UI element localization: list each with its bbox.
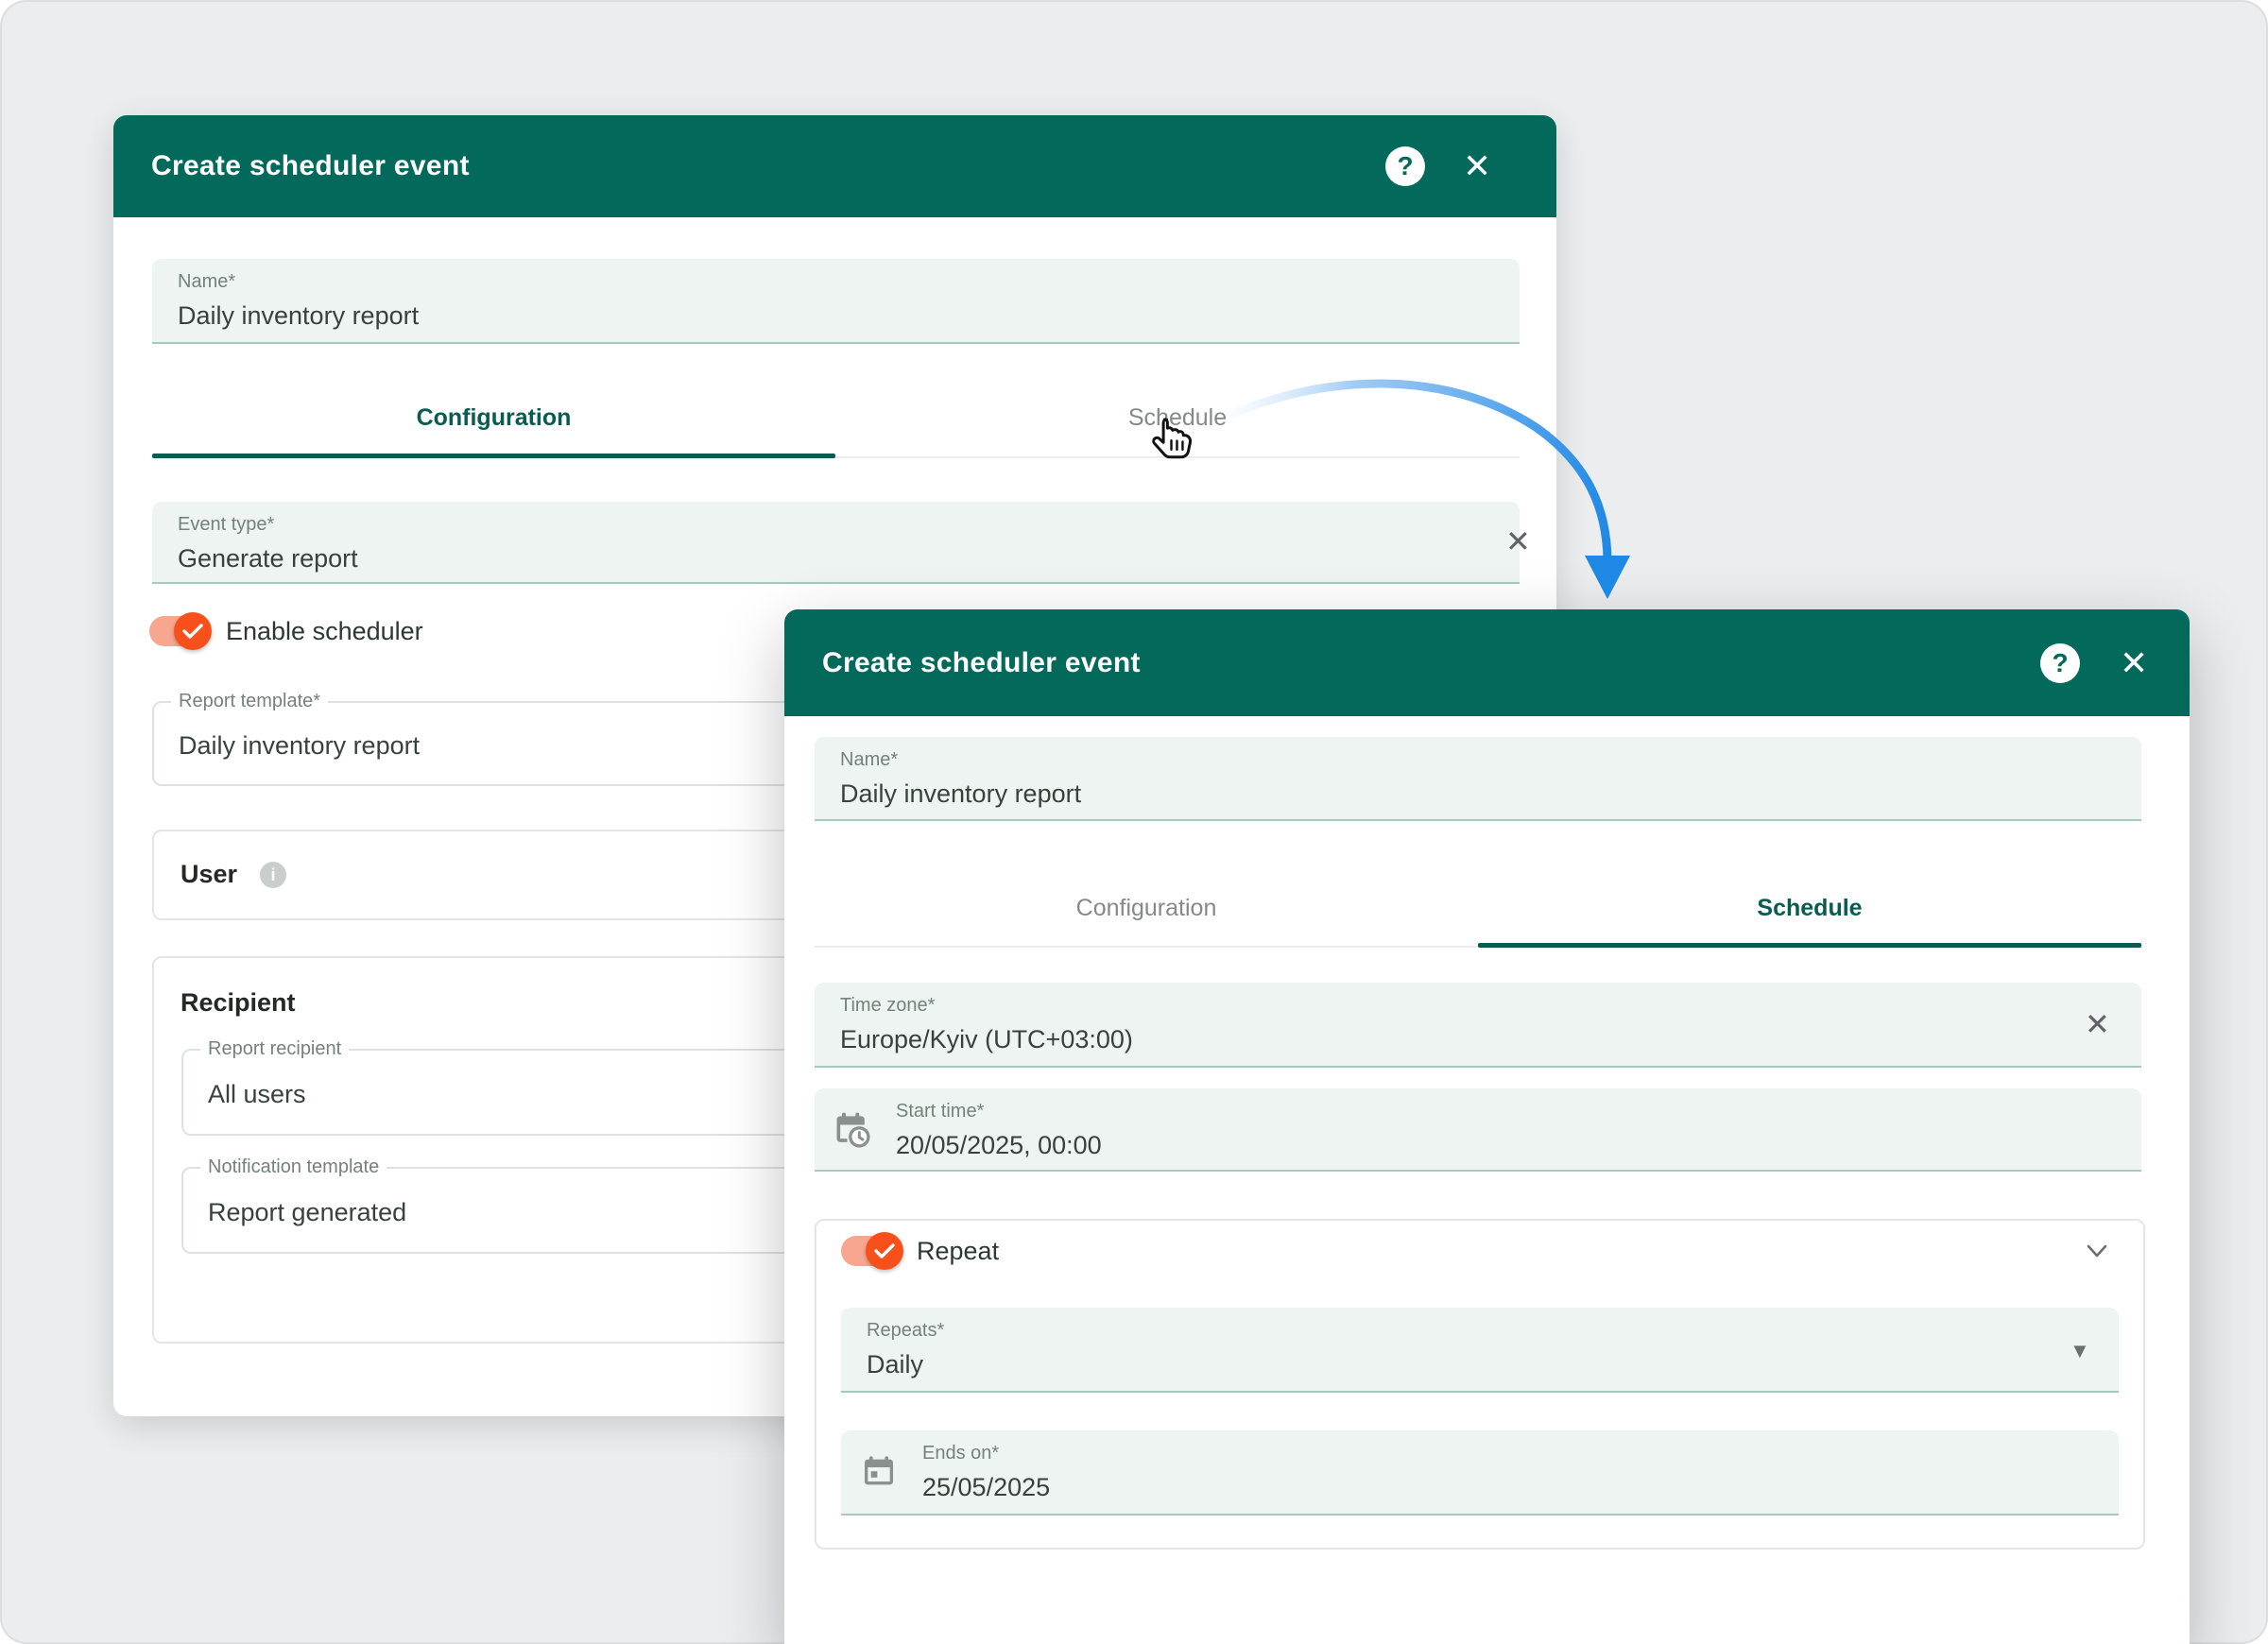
repeats-field[interactable]: Repeats* Daily ▼ — [841, 1308, 2119, 1393]
repeat-toggle-label: Repeat — [917, 1237, 999, 1266]
time-zone-label: Time zone* — [840, 995, 935, 1017]
ends-on-value: 25/05/2025 — [922, 1473, 1050, 1502]
help-button[interactable]: ? — [2040, 643, 2080, 683]
create-scheduler-event-dialog-front: Create scheduler event ? ✕ Name* Daily i… — [784, 609, 2190, 1644]
question-mark-icon: ? — [1397, 151, 1413, 181]
start-time-value: 20/05/2025, 00:00 — [896, 1131, 1102, 1160]
time-zone-field[interactable]: Time zone* Europe/Kyiv (UTC+03:00) ✕ — [815, 983, 2141, 1068]
repeat-toggle[interactable] — [841, 1236, 898, 1266]
recipient-section-title: Recipient — [180, 988, 296, 1018]
calendar-clock-icon — [832, 1109, 873, 1151]
chevron-down-icon[interactable] — [2081, 1240, 2113, 1262]
event-type-value: Generate report — [178, 544, 358, 574]
name-field-label: Name* — [840, 749, 898, 771]
check-icon — [182, 623, 203, 640]
toggle-thumb — [866, 1232, 903, 1270]
name-field-value: Daily inventory report — [840, 779, 1081, 809]
close-icon: ✕ — [2120, 643, 2148, 682]
event-type-label: Event type* — [178, 514, 274, 536]
question-mark-icon: ? — [2052, 648, 2068, 678]
enable-scheduler-toggle[interactable] — [149, 616, 206, 646]
report-recipient-value: All users — [208, 1080, 306, 1109]
dialog-header: Create scheduler event ? ✕ — [784, 609, 2190, 716]
tab-configuration[interactable]: Configuration — [152, 404, 835, 432]
close-icon: ✕ — [1463, 146, 1491, 185]
app-background: Create scheduler event ? ✕ Name* Daily i… — [0, 0, 2268, 1644]
dropdown-arrow-icon[interactable]: ▼ — [2070, 1339, 2090, 1363]
repeats-label: Repeats* — [867, 1320, 944, 1342]
name-field-label: Name* — [178, 271, 235, 293]
repeats-value: Daily — [867, 1350, 923, 1379]
event-type-field[interactable]: Event type* Generate report ✕ — [152, 502, 1520, 584]
dialog-title: Create scheduler event — [822, 647, 1141, 679]
time-zone-value: Europe/Kyiv (UTC+03:00) — [840, 1025, 1133, 1054]
close-button[interactable]: ✕ — [1463, 149, 1491, 183]
tab-configuration[interactable]: Configuration — [815, 895, 1478, 922]
close-button[interactable]: ✕ — [2120, 646, 2148, 680]
report-template-label: Report template* — [171, 691, 328, 712]
name-field[interactable]: Name* Daily inventory report — [152, 259, 1520, 344]
active-tab-indicator — [1478, 943, 2141, 948]
dialog-header: Create scheduler event ? ✕ — [113, 115, 1556, 217]
info-icon[interactable]: i — [260, 862, 286, 888]
arrowhead-icon — [1585, 556, 1630, 599]
hand-cursor-icon — [1149, 417, 1196, 474]
toggle-thumb — [174, 612, 212, 650]
ends-on-label: Ends on* — [922, 1443, 999, 1464]
clear-icon[interactable]: ✕ — [1505, 526, 1531, 557]
tab-schedule[interactable]: Schedule — [1478, 895, 2141, 922]
active-tab-indicator — [152, 454, 835, 458]
report-recipient-label: Report recipient — [200, 1038, 349, 1060]
repeat-section: Repeat Repeats* Daily ▼ Ends on* 25/05/2… — [815, 1219, 2145, 1550]
notification-template-value: Report generated — [208, 1198, 406, 1227]
start-time-label: Start time* — [896, 1101, 984, 1122]
check-icon — [874, 1242, 895, 1259]
notification-template-label: Notification template — [200, 1156, 387, 1178]
name-field[interactable]: Name* Daily inventory report — [815, 737, 2141, 821]
ends-on-field[interactable]: Ends on* 25/05/2025 — [841, 1430, 2119, 1516]
report-template-value: Daily inventory report — [179, 731, 420, 761]
name-field-value: Daily inventory report — [178, 301, 419, 331]
calendar-icon — [860, 1453, 898, 1491]
dialog-title: Create scheduler event — [151, 150, 470, 182]
help-button[interactable]: ? — [1385, 146, 1425, 186]
start-time-field[interactable]: Start time* 20/05/2025, 00:00 — [815, 1088, 2141, 1172]
enable-scheduler-label: Enable scheduler — [226, 617, 423, 646]
clear-icon[interactable]: ✕ — [2085, 1009, 2110, 1039]
user-section-title: User — [180, 860, 237, 889]
